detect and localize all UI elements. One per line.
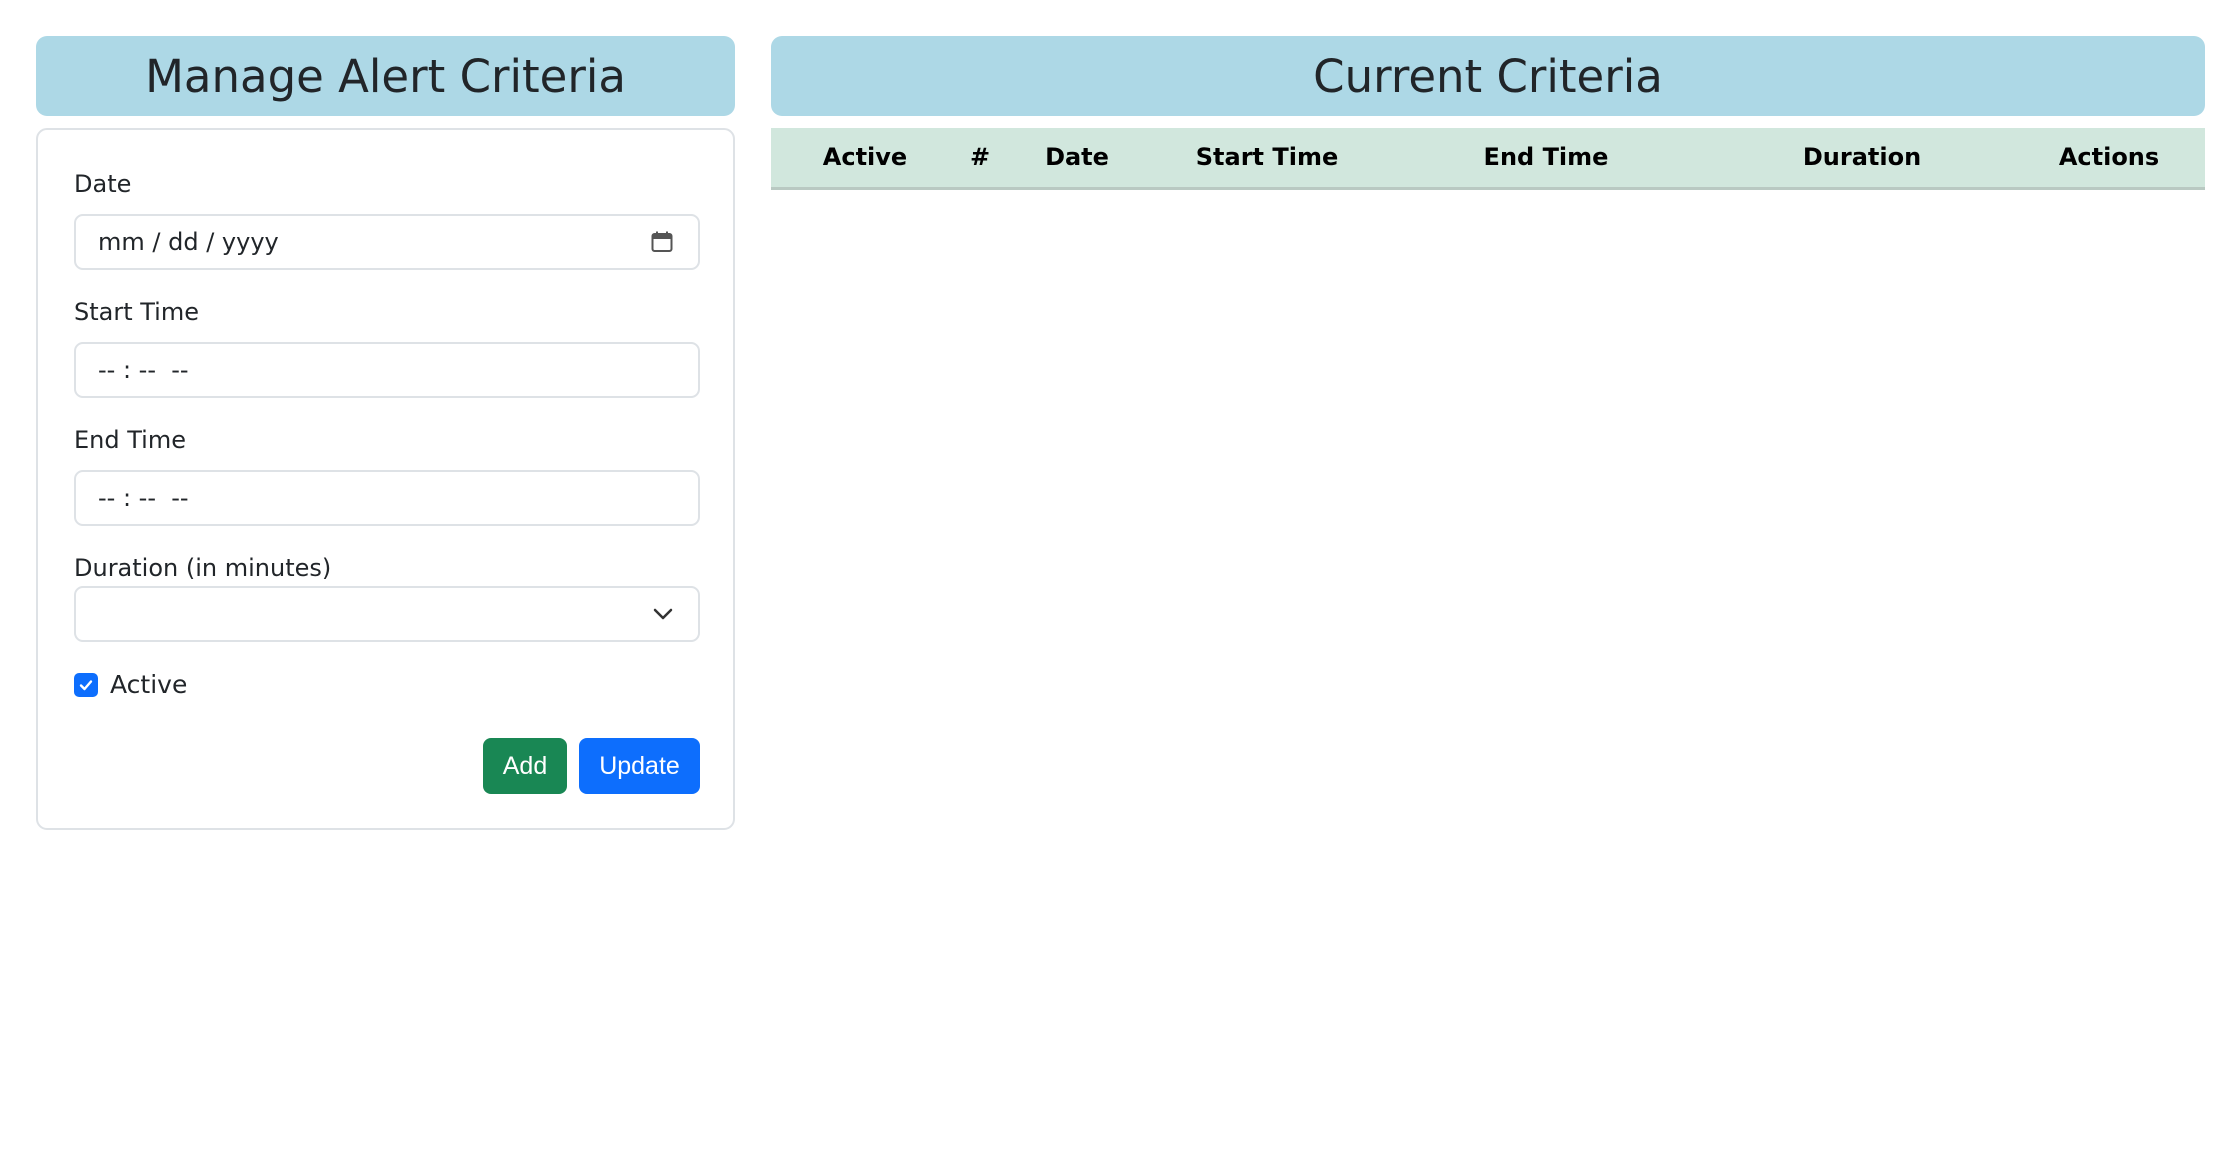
column-header-date[interactable]: Date <box>1001 128 1153 190</box>
current-criteria-header: Current Criteria <box>771 36 2205 116</box>
duration-label: Duration (in minutes) <box>74 554 332 582</box>
start-time-input[interactable]: -- : -- -- <box>74 342 700 398</box>
update-button[interactable]: Update <box>579 738 700 794</box>
start-time-label: Start Time <box>74 298 199 326</box>
duration-select[interactable] <box>74 586 700 642</box>
column-header-end-time[interactable]: End Time <box>1381 128 1711 190</box>
start-time-placeholder: -- : -- -- <box>98 356 189 384</box>
end-time-placeholder: -- : -- -- <box>98 484 189 512</box>
active-label: Active <box>110 670 188 699</box>
add-button[interactable]: Add <box>483 738 567 794</box>
date-label: Date <box>74 170 132 198</box>
date-placeholder: mm / dd / yyyy <box>98 228 279 256</box>
date-input[interactable]: mm / dd / yyyy <box>74 214 700 270</box>
active-checkbox-row[interactable]: Active <box>74 670 187 699</box>
chevron-down-icon <box>652 603 674 625</box>
panel-title: Manage Alert Criteria <box>145 49 626 103</box>
column-header-number[interactable]: # <box>959 128 1001 190</box>
calendar-icon[interactable] <box>650 230 674 254</box>
active-checkbox[interactable] <box>74 672 98 697</box>
criteria-table: Active # Date Start Time End Time Durati… <box>771 128 2205 190</box>
criteria-table-container: Active # Date Start Time End Time Durati… <box>771 128 2205 190</box>
column-header-active[interactable]: Active <box>771 128 959 190</box>
column-header-actions[interactable]: Actions <box>2013 128 2205 190</box>
column-header-start-time[interactable]: Start Time <box>1153 128 1381 190</box>
table-header-row: Active # Date Start Time End Time Durati… <box>771 128 2205 190</box>
column-header-duration[interactable]: Duration <box>1711 128 2013 190</box>
end-time-label: End Time <box>74 426 186 454</box>
end-time-input[interactable]: -- : -- -- <box>74 470 700 526</box>
check-icon <box>79 679 93 690</box>
criteria-form: Date mm / dd / yyyy Start Time -- : -- -… <box>36 128 735 830</box>
panel-title: Current Criteria <box>1313 49 1663 103</box>
manage-alert-criteria-header: Manage Alert Criteria <box>36 36 735 116</box>
